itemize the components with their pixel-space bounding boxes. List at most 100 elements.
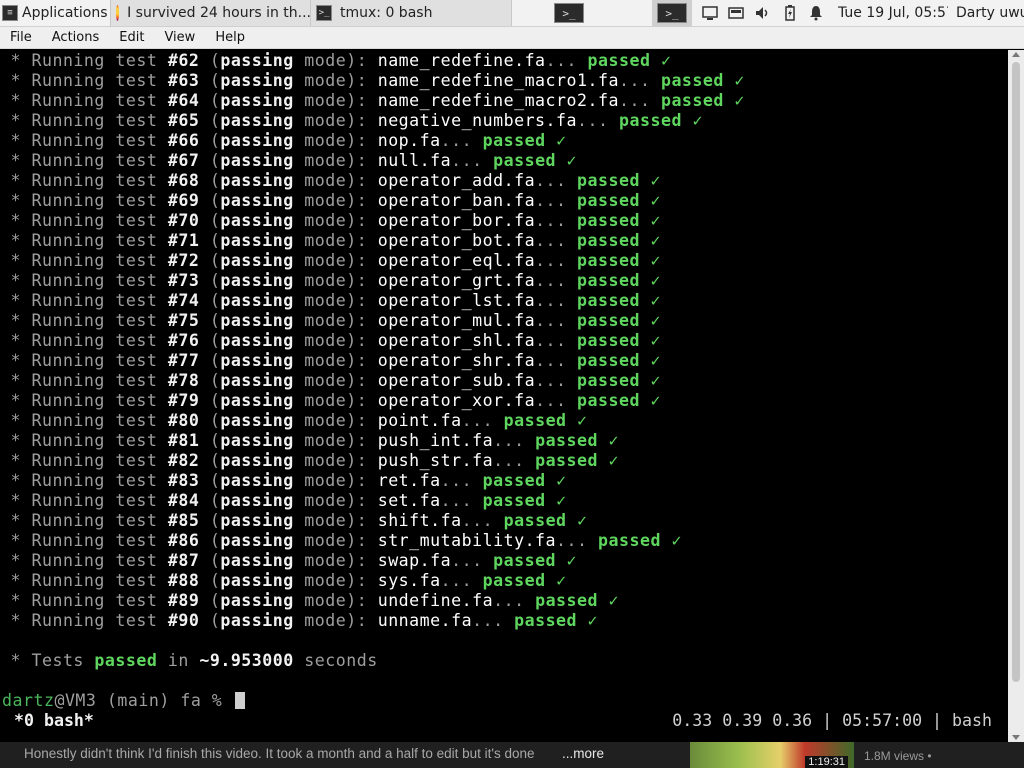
mode-open: ( xyxy=(199,471,221,490)
summary-prefix: * Tests xyxy=(0,651,95,670)
test-result-line: * Running test #75 (passing mode): opera… xyxy=(0,311,661,331)
check-icon: ✓ xyxy=(577,611,599,630)
check-icon: ✓ xyxy=(545,131,567,150)
terminal-menubar: File Actions Edit View Help xyxy=(0,27,1024,49)
clock[interactable]: Tue 19 Jul, 05:57 xyxy=(838,0,948,26)
taskbar-terminal[interactable]: >_ tmux: 0 bash xyxy=(310,0,512,26)
mode-word: passing xyxy=(220,351,294,370)
passed-label: passed xyxy=(577,171,640,190)
menu-view[interactable]: View xyxy=(154,30,205,45)
passed-label: passed xyxy=(660,71,724,90)
terminal-output[interactable]: * Running test #62 (passing mode): name_… xyxy=(0,50,1008,742)
scrollbar-thumb[interactable] xyxy=(1012,62,1020,682)
test-result-line: * Running test #80 (passing mode): point… xyxy=(0,411,588,431)
passed-label: passed xyxy=(577,271,640,290)
test-filename: nop.fa xyxy=(377,131,441,150)
line-prefix: * Running test xyxy=(0,451,168,470)
mode-open: ( xyxy=(199,151,221,170)
menu-file[interactable]: File xyxy=(0,30,42,45)
mode-open: ( xyxy=(199,291,221,310)
test-filename: push_int.fa xyxy=(377,431,494,450)
passed-label: passed xyxy=(577,351,640,370)
test-filename: operator_ban.fa xyxy=(377,191,536,210)
mode-open: ( xyxy=(199,451,221,470)
mode-rest: mode): xyxy=(293,571,378,590)
terminal-launcher-icon: >_ xyxy=(554,3,584,23)
line-prefix: * Running test xyxy=(0,191,168,210)
passed-label: passed xyxy=(577,291,640,310)
applications-menu[interactable]: ≡ Applications xyxy=(2,0,110,26)
user-menu[interactable]: Darty uwu xyxy=(956,0,1024,26)
mode-word: passing xyxy=(220,91,294,110)
tmux-window-label[interactable]: *0 bash* xyxy=(4,710,94,732)
display-icon[interactable] xyxy=(702,5,718,21)
test-result-line: * Running test #62 (passing mode): name_… xyxy=(0,51,671,71)
line-prefix: * Running test xyxy=(0,371,168,390)
video-thumbnail[interactable]: 1:19:31 xyxy=(690,742,854,768)
more-link[interactable]: ...more xyxy=(562,746,604,761)
clock-text: Tue 19 Jul, 05:57 xyxy=(838,5,948,21)
ellipsis: ... xyxy=(535,331,578,350)
ellipsis: ... xyxy=(493,431,536,450)
menu-help[interactable]: Help xyxy=(205,30,255,45)
menu-edit[interactable]: Edit xyxy=(109,30,154,45)
test-number: #77 xyxy=(167,351,200,370)
ellipsis: ... xyxy=(440,491,483,510)
terminal-scrollbar[interactable] xyxy=(1008,50,1024,742)
terminal-active-icon: >_ xyxy=(657,3,687,23)
check-icon: ✓ xyxy=(681,111,703,130)
tray-window-icon[interactable] xyxy=(728,5,744,21)
line-prefix: * Running test xyxy=(0,351,168,370)
mode-word: passing xyxy=(220,411,294,430)
mode-open: ( xyxy=(199,191,221,210)
passed-label: passed xyxy=(503,511,567,530)
ellipsis: ... xyxy=(440,571,483,590)
terminal-launcher-active[interactable]: >_ xyxy=(652,0,692,26)
line-prefix: * Running test xyxy=(0,151,168,170)
passed-label: passed xyxy=(598,531,661,550)
test-result-line: * Running test #76 (passing mode): opera… xyxy=(0,331,661,351)
check-icon: ✓ xyxy=(639,211,661,230)
ellipsis: ... xyxy=(440,471,483,490)
taskbar-firefox-label: I survived 24 hours in th... xyxy=(127,5,311,21)
test-filename: operator_bot.fa xyxy=(377,231,536,250)
test-filename: operator_sub.fa xyxy=(377,371,536,390)
check-icon: ✓ xyxy=(556,551,578,570)
mode-rest: mode): xyxy=(293,211,378,230)
menu-actions[interactable]: Actions xyxy=(42,30,110,45)
test-number: #80 xyxy=(167,411,200,430)
mode-rest: mode): xyxy=(293,131,378,150)
mode-word: passing xyxy=(220,371,294,390)
mode-word: passing xyxy=(220,511,294,530)
mode-rest: mode): xyxy=(293,331,378,350)
mode-word: passing xyxy=(220,291,294,310)
scroll-up-arrow-icon[interactable] xyxy=(1012,52,1020,57)
notification-bell-icon[interactable] xyxy=(808,5,824,21)
ellipsis: ... xyxy=(440,131,483,150)
video-views: 1.8M views • xyxy=(864,749,932,763)
check-icon: ✓ xyxy=(639,191,661,210)
test-result-line: * Running test #84 (passing mode): set.f… xyxy=(0,491,567,511)
terminal-launcher[interactable]: >_ xyxy=(552,0,586,26)
test-number: #81 xyxy=(167,431,200,450)
volume-icon[interactable] xyxy=(754,5,770,21)
test-filename: ret.fa xyxy=(377,471,441,490)
line-prefix: * Running test xyxy=(0,131,168,150)
test-number: #62 xyxy=(167,51,200,70)
scroll-down-arrow-icon[interactable] xyxy=(1012,735,1020,740)
passed-label: passed xyxy=(482,571,546,590)
passed-label: passed xyxy=(503,411,567,430)
taskbar-terminal-label: tmux: 0 bash xyxy=(340,5,433,21)
passed-label: passed xyxy=(619,111,682,130)
line-prefix: * Running test xyxy=(0,611,168,630)
line-prefix: * Running test xyxy=(0,211,168,230)
check-icon: ✓ xyxy=(556,151,578,170)
check-icon: ✓ xyxy=(660,531,682,550)
taskbar-firefox[interactable]: I survived 24 hours in th... xyxy=(110,0,312,26)
prompt-user: dartz xyxy=(2,691,55,710)
line-prefix: * Running test xyxy=(0,431,168,450)
battery-icon[interactable] xyxy=(782,5,798,21)
test-result-line: * Running test #63 (passing mode): name_… xyxy=(0,71,745,91)
check-icon: ✓ xyxy=(639,291,661,310)
summary-time: ~9.953000 xyxy=(199,651,294,670)
